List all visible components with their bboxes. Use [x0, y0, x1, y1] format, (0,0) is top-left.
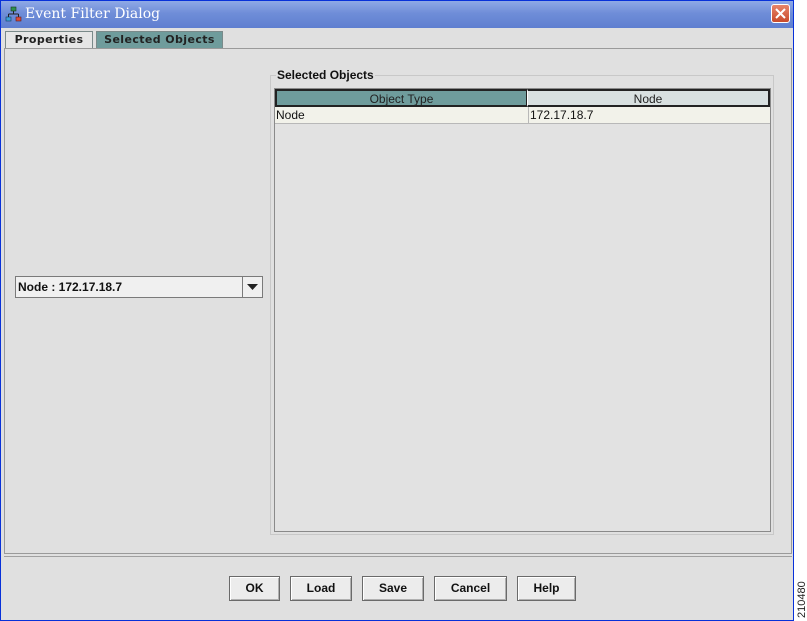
object-select-value: Node : 172.17.18.7 — [18, 280, 123, 294]
load-button[interactable]: Load — [290, 576, 352, 601]
help-button[interactable]: Help — [517, 576, 576, 601]
figure-id: 210480 — [796, 581, 807, 618]
event-filter-dialog: Event Filter Dialog Properties Selected … — [0, 0, 794, 621]
app-tree-icon — [5, 6, 22, 23]
tab-selected-objects[interactable]: Selected Objects — [96, 31, 223, 48]
table-row[interactable]: Node 172.17.18.7 — [275, 107, 770, 124]
close-icon — [775, 8, 786, 19]
combo-dropdown-button[interactable] — [242, 277, 262, 297]
button-divider — [4, 556, 792, 557]
column-header-object-type[interactable]: Object Type — [275, 89, 527, 107]
close-button[interactable] — [771, 4, 790, 23]
selected-objects-table[interactable]: Object Type Node Node 172.17.18.7 — [274, 88, 771, 532]
selected-objects-label: Selected Objects — [276, 68, 375, 82]
cancel-button[interactable]: Cancel — [434, 576, 507, 601]
window-title: Event Filter Dialog — [25, 6, 161, 22]
ok-button[interactable]: OK — [229, 576, 280, 601]
title-bar[interactable]: Event Filter Dialog — [1, 1, 793, 28]
table-cell-node: 172.17.18.7 — [528, 107, 770, 123]
table-cell-object-type: Node — [276, 108, 305, 122]
column-header-node[interactable]: Node — [527, 89, 770, 107]
chevron-down-icon — [247, 284, 258, 290]
save-button[interactable]: Save — [362, 576, 424, 601]
object-select[interactable]: Node : 172.17.18.7 — [15, 276, 263, 298]
tab-properties[interactable]: Properties — [5, 31, 93, 48]
